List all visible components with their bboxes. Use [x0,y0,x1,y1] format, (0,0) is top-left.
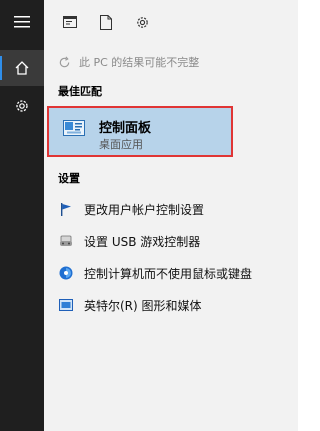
setting-item-usb-game-controller[interactable]: 设置 USB 游戏控制器 [44,228,298,254]
menu-button[interactable] [0,4,44,40]
gear-icon [136,16,148,28]
search-results-panel: 此 PC 的结果可能不完整 最佳匹配 控制面板 桌面应用 设置 更改用户帐户控制… [44,0,298,431]
apps-filter-button[interactable] [58,10,82,34]
ease-of-access-icon [58,265,74,281]
setting-item-label: 更改用户帐户控制设置 [84,202,205,217]
hamburger-icon [14,16,30,28]
home-icon [15,61,29,75]
document-icon [100,14,112,30]
best-match-subtitle: 桌面应用 [99,138,143,151]
incomplete-results-notice: 此 PC 的结果可能不完整 [58,52,199,72]
refresh-icon [59,56,70,67]
app-window-icon [63,16,77,28]
settings-heading: 设置 [58,172,80,185]
left-rail [0,0,44,431]
results-toolbar [44,0,298,44]
best-match-title: 控制面板 [99,121,152,136]
setting-item-ease-of-access[interactable]: 控制计算机而不使用鼠标或键盘 [44,260,298,286]
documents-filter-button[interactable] [94,10,118,34]
settings-button[interactable] [0,88,44,124]
home-button[interactable] [0,50,44,86]
setting-item-label: 控制计算机而不使用鼠标或键盘 [84,266,253,281]
setting-item-intel-graphics[interactable]: 英特尔(R) 图形和媒体 [44,292,298,318]
best-match-result[interactable]: 控制面板 桌面应用 [47,106,233,157]
uac-flag-icon [58,201,74,217]
setting-item-label: 英特尔(R) 图形和媒体 [84,298,202,313]
notice-text: 此 PC 的结果可能不完整 [79,56,200,69]
gear-icon [16,100,28,112]
best-match-heading: 最佳匹配 [58,85,102,98]
setting-item-label: 设置 USB 游戏控制器 [84,234,201,249]
intel-graphics-icon [58,297,74,313]
settings-filter-button[interactable] [130,10,154,34]
control-panel-icon [63,120,85,136]
game-controller-icon [58,233,74,249]
setting-item-uac[interactable]: 更改用户帐户控制设置 [44,196,298,222]
